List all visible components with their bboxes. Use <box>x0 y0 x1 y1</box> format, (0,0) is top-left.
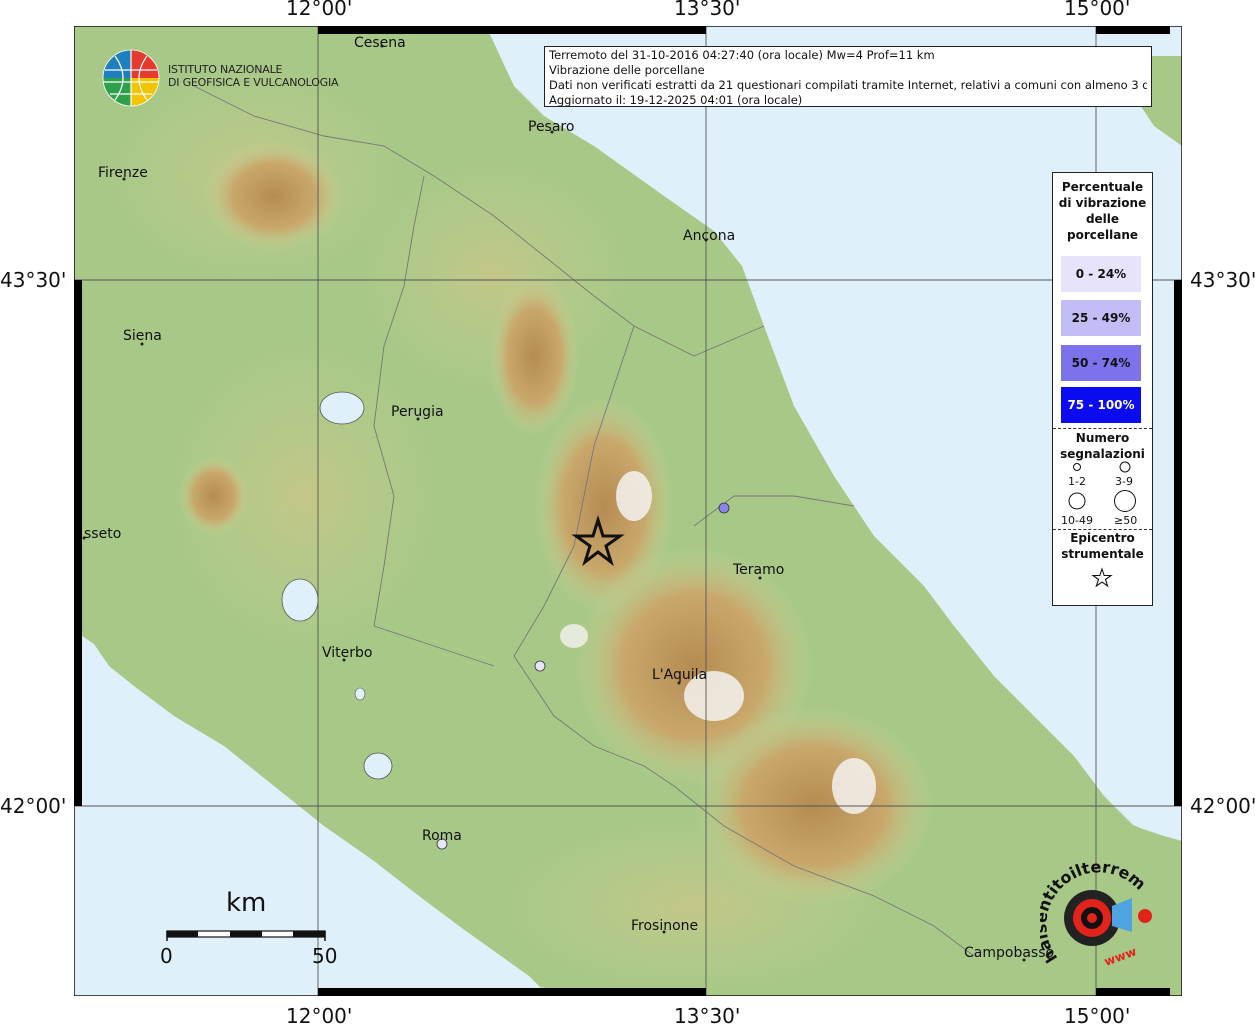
legend-title-1: Percentuale <box>1061 180 1144 194</box>
size-symbol-10-49 <box>1068 492 1086 510</box>
lon-label-top-12: 12°00' <box>286 0 353 20</box>
scale-unit: km <box>226 888 267 918</box>
hst-logo-www: www <box>1102 944 1138 969</box>
lat-label-left-4330: 43°30' <box>0 268 67 292</box>
apennine-north <box>204 141 344 251</box>
city-frosinone: Frosinone <box>631 918 699 934</box>
size-label-10-49: 10-49 <box>1061 514 1093 527</box>
lat-label-right-42: 42°00' <box>1190 794 1255 818</box>
event-info-box: Terremoto del 31-10-2016 04:27:40 (ora l… <box>544 46 1152 107</box>
lon-label-top-15: 15°00' <box>1064 0 1131 20</box>
ingv-name-line2: DI GEOFISICA E VULCANOLOGIA <box>168 76 339 89</box>
size-label-50: ≥50 <box>1114 514 1138 527</box>
updated-date: Aggiornato il: 19-12-2025 04:01 (ora loc… <box>549 93 803 107</box>
size-symbol-50 <box>1114 490 1136 512</box>
lat-label-right-4330: 43°30' <box>1190 268 1255 292</box>
city-siena: Siena <box>123 328 162 344</box>
size-symbol-3-9 <box>1119 461 1131 473</box>
city-firenze: Firenze <box>98 165 148 181</box>
legend-title-2: di vibrazione <box>1058 196 1147 210</box>
epicenter-title-2: strumentale <box>1061 547 1144 561</box>
epicenter-legend-icon <box>1091 567 1113 588</box>
peak-1 <box>616 471 652 521</box>
scale-max: 50 <box>312 944 338 968</box>
size-symbol-1-2 <box>1073 463 1081 471</box>
city-ancona: Ancona <box>683 228 736 244</box>
size-label-1-2: 1-2 <box>1068 475 1086 488</box>
legend-class-0-24: 0 - 24% <box>1061 256 1141 292</box>
count-title-1: Numero <box>1075 431 1130 445</box>
observation-marker[interactable] <box>534 660 546 672</box>
lon-label-top-1330: 13°30' <box>674 0 741 20</box>
city-laquila: L'Aquila <box>652 667 708 683</box>
lake-trasimeno <box>319 391 365 425</box>
lon-label-bottom-1330: 13°30' <box>674 1004 741 1028</box>
hst-logo: haisentitoilterremoto.it www <box>1040 860 1152 969</box>
epicenter-title-1: Epicentro <box>1070 531 1135 545</box>
legend-class-75-100: 75 - 100% <box>1061 387 1141 423</box>
event-title: Terremoto del 31-10-2016 04:27:40 (ora l… <box>549 48 935 62</box>
legend-class-50-74: 50 - 74% <box>1061 345 1141 381</box>
city-roma: Roma <box>422 828 462 844</box>
city-perugia: Perugia <box>391 404 444 420</box>
legend-class-25-49: 25 - 49% <box>1061 300 1141 336</box>
apennine-central-1 <box>489 276 579 436</box>
data-note: Dati non verificati estratti da 21 quest… <box>549 78 1147 92</box>
lake-bolsena <box>281 578 319 622</box>
city-pesaro: Pesaro <box>528 119 575 135</box>
lake-small <box>354 687 366 701</box>
ingv-name: ISTITUTO NAZIONALE DI GEOFISICA E VULCAN… <box>168 63 339 89</box>
scale-min: 0 <box>160 944 173 968</box>
intensity-map <box>74 26 1182 996</box>
map-parameter: Vibrazione delle porcellane <box>549 63 705 77</box>
lat-label-left-42: 42°00' <box>0 794 67 818</box>
legend-title-3: delle <box>1085 212 1120 226</box>
size-label-3-9: 3-9 <box>1115 475 1133 488</box>
count-size-symbols <box>1068 461 1136 512</box>
observation-marker[interactable] <box>718 502 730 514</box>
scale-bar <box>166 930 326 941</box>
ingv-name-line1: ISTITUTO NAZIONALE <box>168 63 283 76</box>
legend-divider-1 <box>1053 428 1152 429</box>
city-grosseto: sseto <box>84 526 122 542</box>
map-legend: Percentuale di vibrazione delle porcella… <box>1052 172 1153 606</box>
ingv-logo <box>102 49 160 107</box>
city-viterbo: Viterbo <box>322 645 373 661</box>
lon-label-bottom-15: 15°00' <box>1064 1004 1131 1028</box>
legend-title-4: porcellane <box>1066 228 1138 242</box>
city-teramo: Teramo <box>733 562 785 578</box>
peak-4 <box>560 624 588 648</box>
lake-bracciano <box>363 752 393 780</box>
city-cesena: Cesena <box>354 35 406 51</box>
mountains-west <box>179 456 249 536</box>
lon-label-bottom-12: 12°00' <box>286 1004 353 1028</box>
